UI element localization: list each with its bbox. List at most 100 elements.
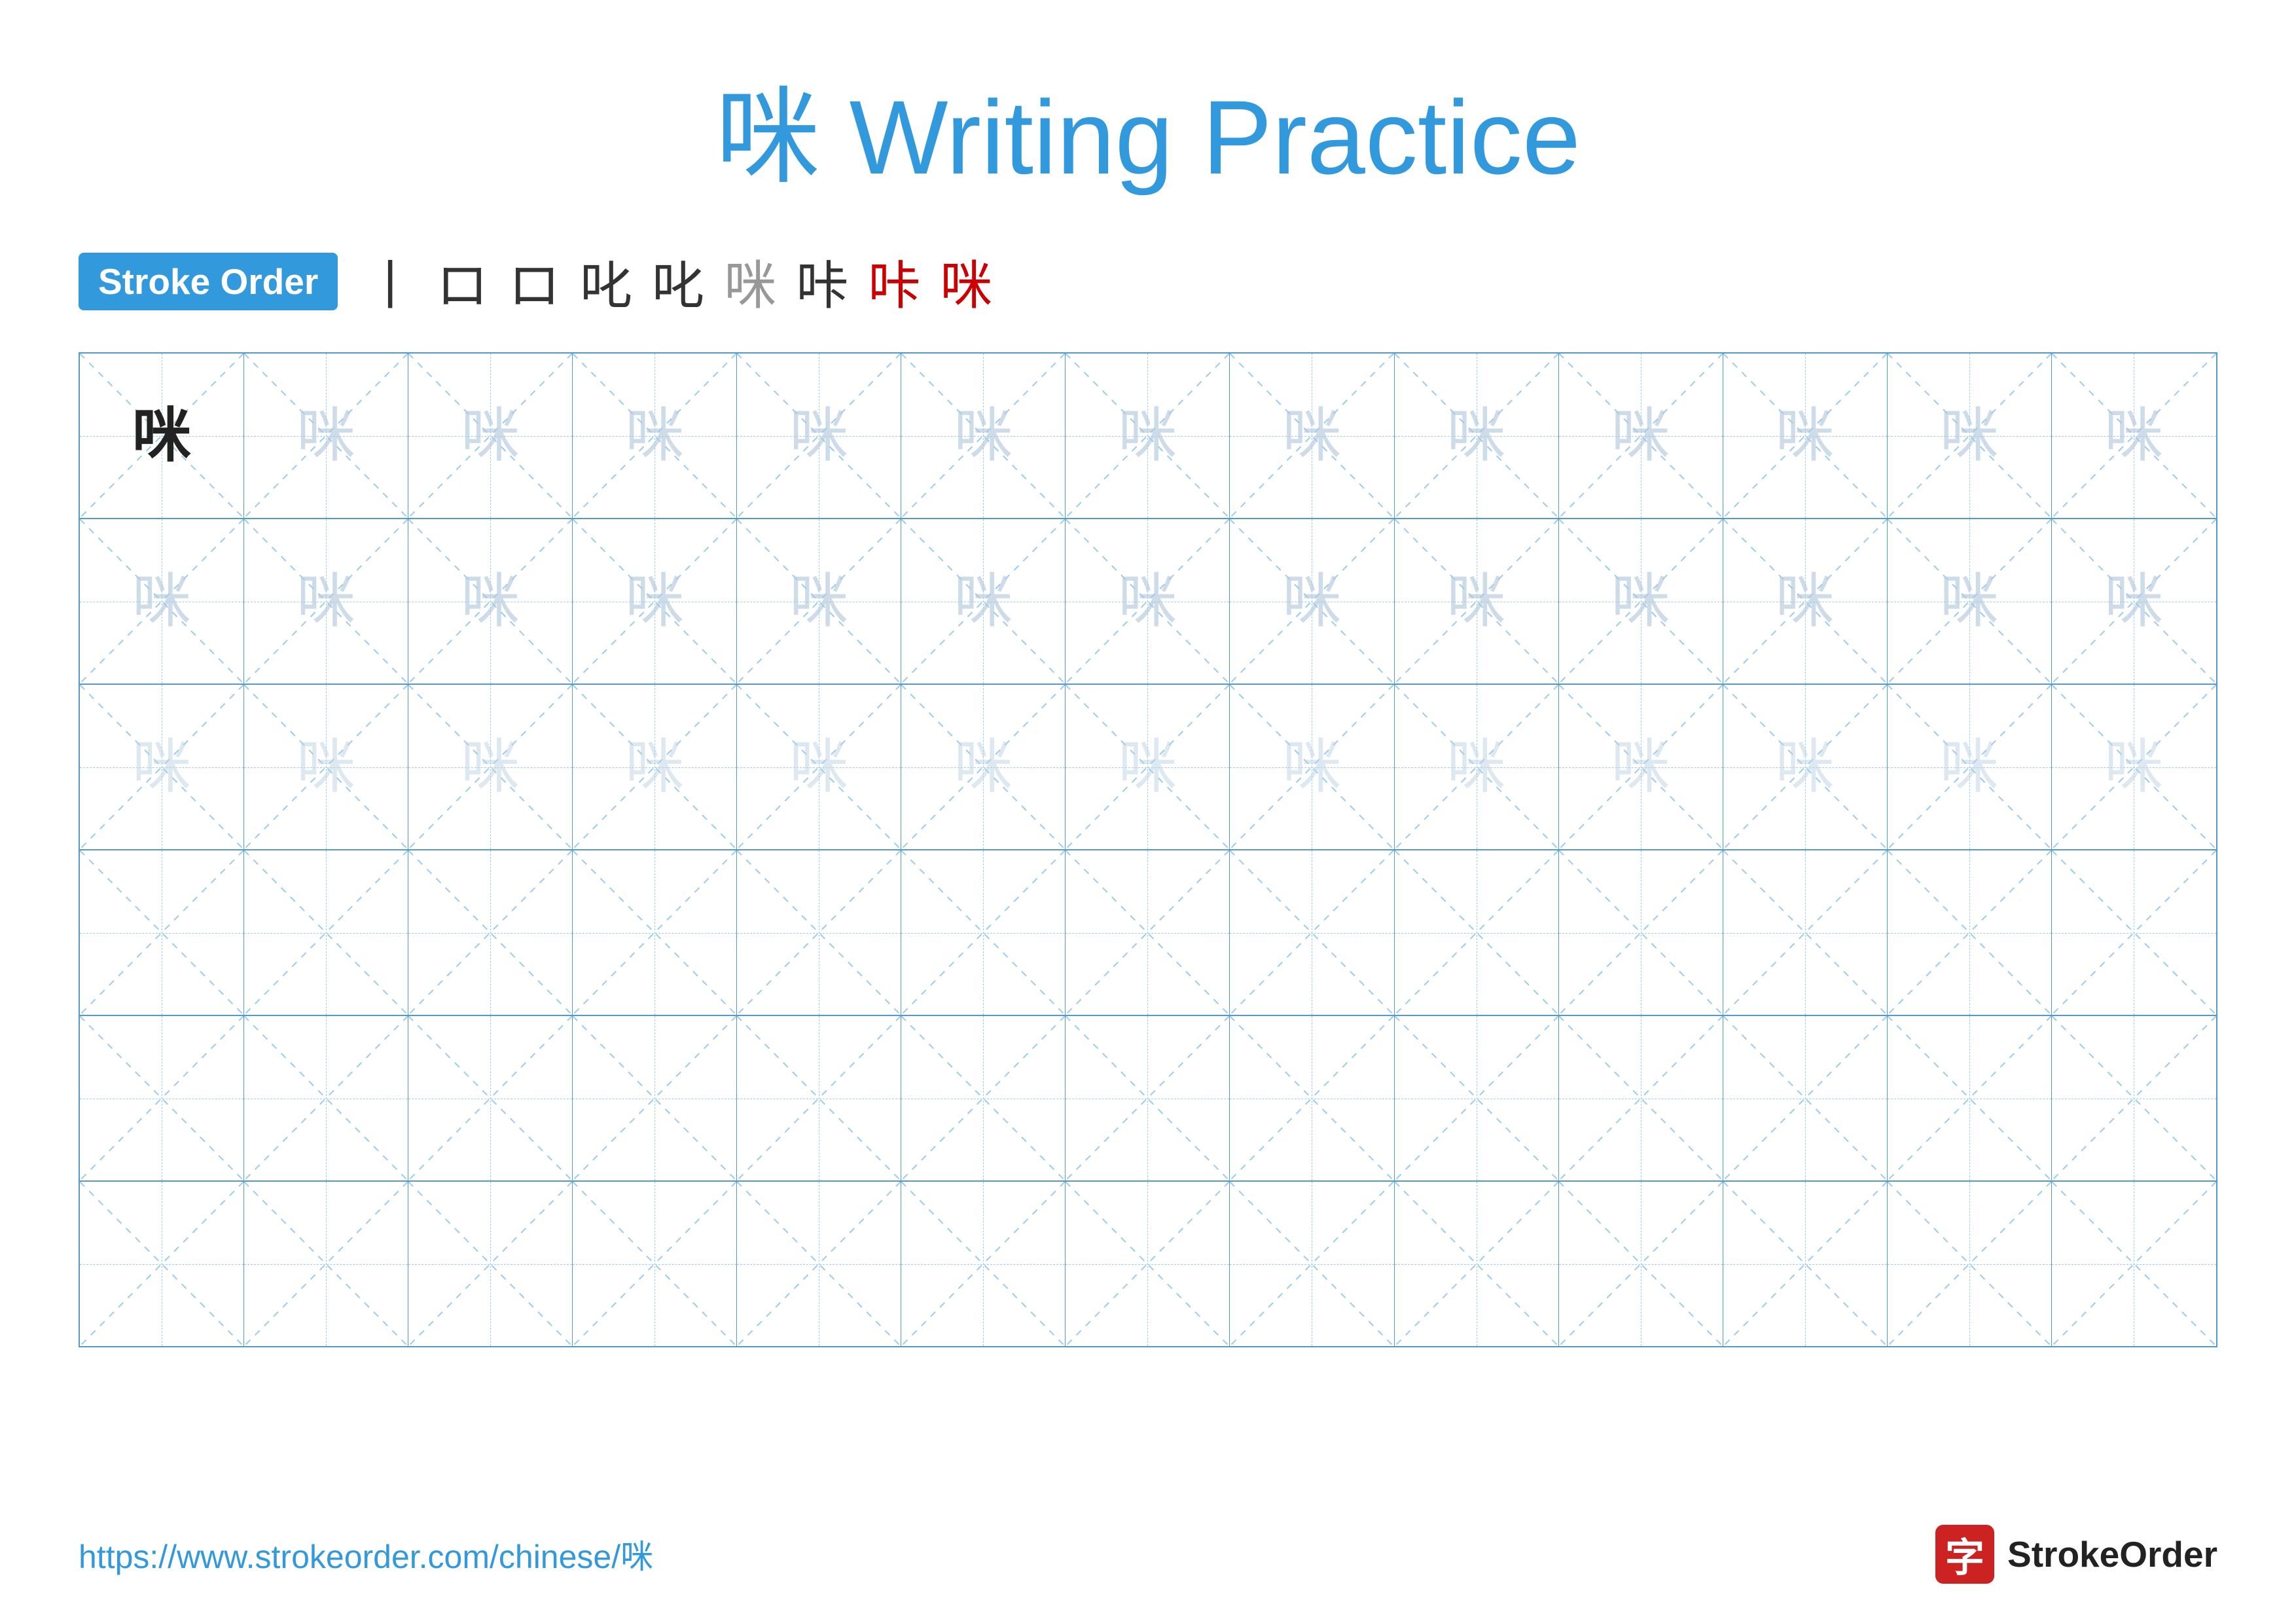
grid-cell-1-9[interactable]: 咪: [1559, 519, 1723, 684]
grid-cell-5-0[interactable]: [80, 1182, 244, 1346]
grid-cell-2-5[interactable]: 咪: [901, 685, 1066, 849]
grid-cell-3-3[interactable]: [573, 850, 737, 1015]
grid-cell-5-6[interactable]: [1066, 1182, 1230, 1346]
grid-cell-5-2[interactable]: [408, 1182, 573, 1346]
practice-char-1-4: 咪: [789, 572, 848, 631]
grid-cell-2-12[interactable]: 咪: [2052, 685, 2216, 849]
grid-cell-3-2[interactable]: [408, 850, 573, 1015]
grid-cell-2-9[interactable]: 咪: [1559, 685, 1723, 849]
grid-cell-4-0[interactable]: [80, 1016, 244, 1180]
grid-cell-2-3[interactable]: 咪: [573, 685, 737, 849]
grid-cell-0-0[interactable]: 咪: [80, 354, 244, 518]
grid-cell-3-7[interactable]: [1230, 850, 1394, 1015]
grid-cell-2-11[interactable]: 咪: [1888, 685, 2052, 849]
grid-cell-2-2[interactable]: 咪: [408, 685, 573, 849]
grid-cell-1-12[interactable]: 咪: [2052, 519, 2216, 684]
grid-cell-4-1[interactable]: [244, 1016, 408, 1180]
footer-logo-icon: 字: [1935, 1525, 1994, 1584]
page-title: 咪 Writing Practice: [79, 52, 2217, 204]
stroke-step-6: 咪: [724, 244, 776, 319]
grid-cell-2-7[interactable]: 咪: [1230, 685, 1394, 849]
grid-cell-3-11[interactable]: [1888, 850, 2052, 1015]
grid-cell-1-3[interactable]: 咪: [573, 519, 737, 684]
stroke-step-4: 叱: [580, 244, 632, 319]
page-container: 咪 Writing Practice Stroke Order 丨ロロ叱叱咪咔咔…: [0, 0, 2296, 1623]
grid-cell-1-2[interactable]: 咪: [408, 519, 573, 684]
title-english: Writing Practice: [850, 79, 1581, 196]
grid-cell-1-11[interactable]: 咪: [1888, 519, 2052, 684]
grid-cell-0-8[interactable]: 咪: [1395, 354, 1559, 518]
grid-cell-4-12[interactable]: [2052, 1016, 2216, 1180]
grid-cell-4-9[interactable]: [1559, 1016, 1723, 1180]
practice-char-2-1: 咪: [296, 738, 355, 797]
grid-cell-2-0[interactable]: 咪: [80, 685, 244, 849]
grid-cell-5-7[interactable]: [1230, 1182, 1394, 1346]
grid-cell-4-2[interactable]: [408, 1016, 573, 1180]
grid-cell-5-9[interactable]: [1559, 1182, 1723, 1346]
practice-char-1-7: 咪: [1282, 572, 1341, 631]
grid-cell-5-5[interactable]: [901, 1182, 1066, 1346]
grid-cell-4-8[interactable]: [1395, 1016, 1559, 1180]
title-section: 咪 Writing Practice: [79, 52, 2217, 204]
grid-cell-1-6[interactable]: 咪: [1066, 519, 1230, 684]
grid-cell-5-12[interactable]: [2052, 1182, 2216, 1346]
grid-cell-5-1[interactable]: [244, 1182, 408, 1346]
grid-cell-1-8[interactable]: 咪: [1395, 519, 1559, 684]
grid-cell-2-1[interactable]: 咪: [244, 685, 408, 849]
grid-cell-1-10[interactable]: 咪: [1723, 519, 1888, 684]
grid-cell-0-10[interactable]: 咪: [1723, 354, 1888, 518]
grid-cell-0-3[interactable]: 咪: [573, 354, 737, 518]
grid-cell-4-4[interactable]: [737, 1016, 901, 1180]
grid-cell-5-11[interactable]: [1888, 1182, 2052, 1346]
grid-cell-3-8[interactable]: [1395, 850, 1559, 1015]
practice-char-0-11: 咪: [1940, 407, 1999, 465]
practice-char-0-4: 咪: [789, 407, 848, 465]
grid-cell-4-3[interactable]: [573, 1016, 737, 1180]
grid-cell-0-4[interactable]: 咪: [737, 354, 901, 518]
practice-char-2-12: 咪: [2104, 738, 2163, 797]
grid-cell-4-10[interactable]: [1723, 1016, 1888, 1180]
practice-char-0-3: 咪: [625, 407, 684, 465]
grid-cell-2-8[interactable]: 咪: [1395, 685, 1559, 849]
grid-cell-1-5[interactable]: 咪: [901, 519, 1066, 684]
grid-cell-3-10[interactable]: [1723, 850, 1888, 1015]
grid-cell-2-10[interactable]: 咪: [1723, 685, 1888, 849]
grid-cell-3-4[interactable]: [737, 850, 901, 1015]
grid-cell-0-2[interactable]: 咪: [408, 354, 573, 518]
grid-cell-5-4[interactable]: [737, 1182, 901, 1346]
grid-cell-3-5[interactable]: [901, 850, 1066, 1015]
grid-cell-3-12[interactable]: [2052, 850, 2216, 1015]
grid-cell-2-4[interactable]: 咪: [737, 685, 901, 849]
practice-char-0-10: 咪: [1776, 407, 1835, 465]
grid-cell-1-0[interactable]: 咪: [80, 519, 244, 684]
practice-char-1-11: 咪: [1940, 572, 1999, 631]
practice-char-1-8: 咪: [1447, 572, 1506, 631]
grid-cell-4-11[interactable]: [1888, 1016, 2052, 1180]
grid-cell-3-1[interactable]: [244, 850, 408, 1015]
grid-cell-4-7[interactable]: [1230, 1016, 1394, 1180]
grid-cell-3-6[interactable]: [1066, 850, 1230, 1015]
grid-cell-0-1[interactable]: 咪: [244, 354, 408, 518]
grid-cell-3-0[interactable]: [80, 850, 244, 1015]
grid-cell-4-6[interactable]: [1066, 1016, 1230, 1180]
grid-cell-2-6[interactable]: 咪: [1066, 685, 1230, 849]
grid-cell-0-5[interactable]: 咪: [901, 354, 1066, 518]
grid-cell-3-9[interactable]: [1559, 850, 1723, 1015]
practice-char-1-10: 咪: [1776, 572, 1835, 631]
practice-char-2-5: 咪: [954, 738, 1013, 797]
grid-cell-5-8[interactable]: [1395, 1182, 1559, 1346]
grid-cell-1-7[interactable]: 咪: [1230, 519, 1394, 684]
grid-cell-0-6[interactable]: 咪: [1066, 354, 1230, 518]
grid-cell-1-1[interactable]: 咪: [244, 519, 408, 684]
grid-cell-0-9[interactable]: 咪: [1559, 354, 1723, 518]
grid-cell-5-3[interactable]: [573, 1182, 737, 1346]
grid-cell-0-11[interactable]: 咪: [1888, 354, 2052, 518]
grid-cell-4-5[interactable]: [901, 1016, 1066, 1180]
grid-cell-0-12[interactable]: 咪: [2052, 354, 2216, 518]
practice-char-0-2: 咪: [461, 407, 520, 465]
grid-cell-0-7[interactable]: 咪: [1230, 354, 1394, 518]
title-chinese: 咪: [715, 79, 820, 196]
grid-cell-1-4[interactable]: 咪: [737, 519, 901, 684]
grid-cell-5-10[interactable]: [1723, 1182, 1888, 1346]
grid-row-5: [80, 1182, 2216, 1346]
